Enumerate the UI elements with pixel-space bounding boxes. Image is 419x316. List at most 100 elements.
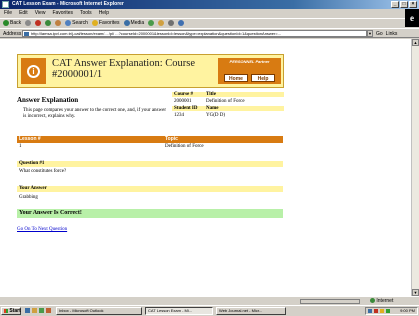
address-go-area: Go Links [376,29,397,39]
media-icon [123,20,130,26]
explanation-description: This page compares your answer to the co… [23,108,167,119]
windows-logo-icon [4,308,8,313]
course-value: 2000001 [174,99,192,104]
go-button[interactable]: Go [376,29,383,39]
lesson-number: 1 [19,144,22,149]
result-banner: Your Answer Is Correct! [17,209,283,218]
refresh-icon [45,20,52,26]
print-button[interactable] [168,20,175,26]
menu-view[interactable]: View [35,9,46,18]
minimize-button[interactable]: _ [391,1,399,8]
window-title: CAT Lesson Exam - Microsoft Internet Exp… [12,1,124,7]
menu-edit[interactable]: Edit [19,9,28,18]
quicklaunch-ie-icon[interactable] [25,308,30,313]
maximize-button[interactable]: □ [400,1,408,8]
logo-ring-icon: i [27,64,40,78]
tray-network-icon[interactable] [368,309,372,313]
ie-app-icon [2,1,9,8]
name-value: YG(D D) [206,113,226,118]
topic-header: Topic [165,136,178,142]
edit-icon [178,20,185,26]
window-controls: _ □ × [391,1,417,8]
status-bar: Internet [0,296,419,305]
vertical-scrollbar[interactable]: ▲ ▼ [411,39,419,296]
back-arrow-icon [3,20,9,26]
address-bar: Address http://lamsa.ipvl.com.tr/j-cat/l… [0,28,419,38]
favorites-button[interactable]: Favorites [91,19,120,28]
your-answer-text: Grabbing [19,195,38,200]
lesson-topic: Definition of Force [165,144,204,149]
scroll-up-button[interactable]: ▲ [412,39,419,46]
quicklaunch-outlook-icon[interactable] [32,308,37,313]
scroll-down-button[interactable]: ▼ [412,289,419,296]
home-toolbar-button[interactable] [55,20,62,26]
menu-tools[interactable]: Tools [80,9,92,18]
media-button[interactable]: Media [123,19,144,28]
lesson-number-header: Lesson # [19,136,41,142]
close-button[interactable]: × [409,1,417,8]
links-button[interactable]: Links [386,29,398,39]
brand-logo-text: PERSONNEL Partner [229,59,270,64]
address-dropdown-button[interactable]: ▼ [367,30,373,37]
taskbar-item-web-journal[interactable]: Web Journal.net - Micr... [216,307,286,315]
quicklaunch-desktop-icon[interactable] [39,308,44,313]
stop-icon [35,20,42,26]
title-value: Definition of Force [206,99,245,104]
lesson-header-row: Lesson # Topic [17,136,283,143]
student-id-value: 1234 [174,113,184,118]
question-text: What constitutes force? [19,169,67,174]
cat-logo: i [21,58,46,84]
edit-button[interactable] [178,20,185,26]
search-icon [65,20,72,26]
start-button[interactable]: Start [1,307,21,315]
window-title-bar[interactable]: CAT Lesson Exam - Microsoft Internet Exp… [0,0,419,9]
address-label: Address [3,31,22,37]
explanation-heading: Answer Explanation [17,96,79,104]
address-input[interactable]: http://lamsa.ipvl.com.tr/j-cat/lesson/ex… [22,30,367,37]
page-icon [24,32,29,36]
forward-arrow-icon [25,20,32,26]
standard-toolbar: Back Search Favorites Media [0,18,405,27]
tray-volume-icon[interactable] [380,309,384,313]
mail-icon [158,20,165,26]
help-button[interactable]: Help [251,74,275,82]
student-id-label: Student ID [172,106,204,111]
next-question-link[interactable]: Go On To Next Question [17,227,67,232]
home-button[interactable]: Home [224,74,248,82]
brand-box: PERSONNEL Partner Home Help [218,58,281,84]
course-label: Course # [172,92,204,97]
forward-button[interactable] [25,20,32,26]
mail-button[interactable] [158,20,165,26]
menu-file[interactable]: File [4,9,12,18]
title-label: Title [204,92,284,97]
search-button[interactable]: Search [65,19,88,28]
history-icon [148,20,155,26]
taskbar: Start Inbox - Microsoft Outlook CAT Less… [0,305,419,316]
menu-help[interactable]: Help [99,9,109,18]
name-label: Name [204,106,284,111]
page-viewport: i CAT Answer Explanation: Course #200000… [0,39,411,296]
menu-favorites[interactable]: Favorites [52,9,73,18]
tray-messenger-icon[interactable] [386,309,390,313]
back-button[interactable]: Back [3,19,21,28]
lesson-data-row: 1 Definition of Force [17,143,283,150]
status-progress-area [300,299,360,304]
taskbar-item-cat-exam[interactable]: CAT Lesson Exam - Mi... [145,307,213,315]
question-label: Question #1 [17,161,283,167]
globe-icon [370,298,375,304]
your-answer-label: Your Answer [17,186,283,192]
history-button[interactable] [148,20,155,26]
home-icon [55,20,62,26]
page-header: i CAT Answer Explanation: Course #200000… [17,54,284,88]
stop-button[interactable] [35,20,42,26]
page-title: CAT Answer Explanation: Course #2000001/… [52,58,196,80]
tray-antivirus-icon[interactable] [374,309,378,313]
tray-clock: 9:00 PM [400,308,415,313]
system-tray: 9:00 PM [365,307,418,315]
ie-throbber-logo: e [405,9,419,27]
menu-bar: File Edit View Favorites Tools Help [0,9,405,18]
taskbar-item-outlook[interactable]: Inbox - Microsoft Outlook [56,307,142,315]
quicklaunch-media-icon[interactable] [46,308,51,313]
refresh-button[interactable] [45,20,52,26]
print-icon [168,20,175,26]
